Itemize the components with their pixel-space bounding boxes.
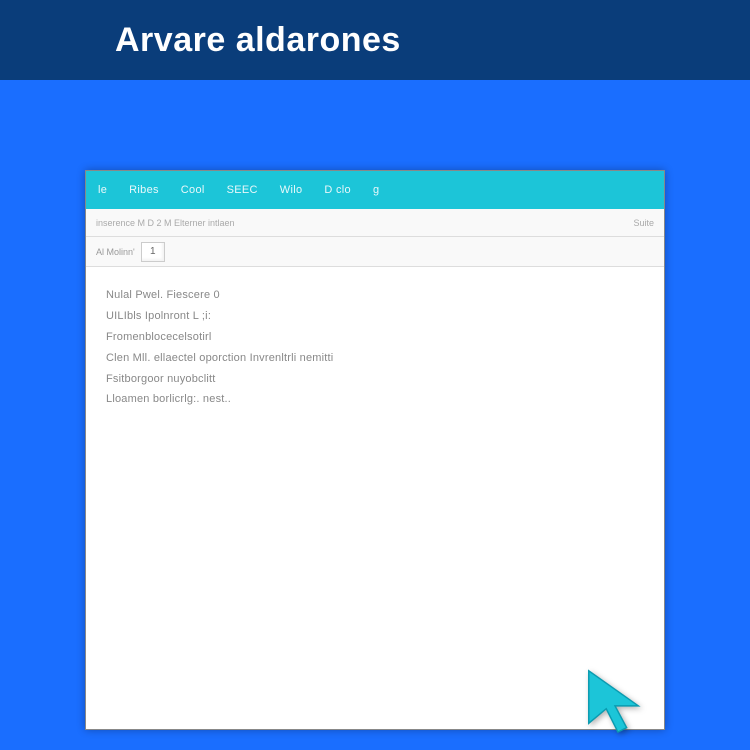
menu-item-5[interactable]: D clo xyxy=(324,184,351,196)
toolbar: inserence M D 2 M Elterner intlaen Suite xyxy=(86,209,664,237)
menu-item-0[interactable]: le xyxy=(98,184,107,196)
menubar: le Ribes Cool SEEC Wilo D clo g xyxy=(86,171,664,209)
menu-item-3[interactable]: SEEC xyxy=(227,184,258,196)
secondary-label: Al Molinn' xyxy=(96,247,135,257)
cursor-icon xyxy=(580,665,650,735)
toolbar-left: inserence M D 2 M Elterner intlaen xyxy=(96,218,235,228)
content-line-0: Nulal Pwel. Fiescere 0 xyxy=(106,285,644,306)
secondary-toolbar: Al Molinn' 1 xyxy=(86,237,664,267)
content-line-4: Fsitborgoor nuyobclitt xyxy=(106,369,644,390)
header-bar: Arvare aldarones xyxy=(0,0,750,80)
content-line-5: Lloamen borlicrlg:. nest.. xyxy=(106,389,644,410)
toolbar-info-text: inserence M D 2 M Elterner intlaen xyxy=(96,218,235,228)
document-content: Nulal Pwel. Fiescere 0 UILIbls Ipolnront… xyxy=(86,267,664,729)
page-title: Arvare aldarones xyxy=(115,21,401,60)
app-window: le Ribes Cool SEEC Wilo D clo g inserenc… xyxy=(85,170,665,730)
page-number-input[interactable]: 1 xyxy=(141,242,165,262)
content-line-1: UILIbls Ipolnront L ;i: xyxy=(106,306,644,327)
toolbar-right-label: Suite xyxy=(633,218,654,228)
menu-item-1[interactable]: Ribes xyxy=(129,184,159,196)
menu-item-4[interactable]: Wilo xyxy=(280,184,303,196)
content-line-2: Fromenblocecelsotirl xyxy=(106,327,644,348)
content-line-3: Clen Mll. ellaectel oporction Invrenltrl… xyxy=(106,348,644,369)
menu-item-6[interactable]: g xyxy=(373,184,379,196)
menu-item-2[interactable]: Cool xyxy=(181,184,205,196)
